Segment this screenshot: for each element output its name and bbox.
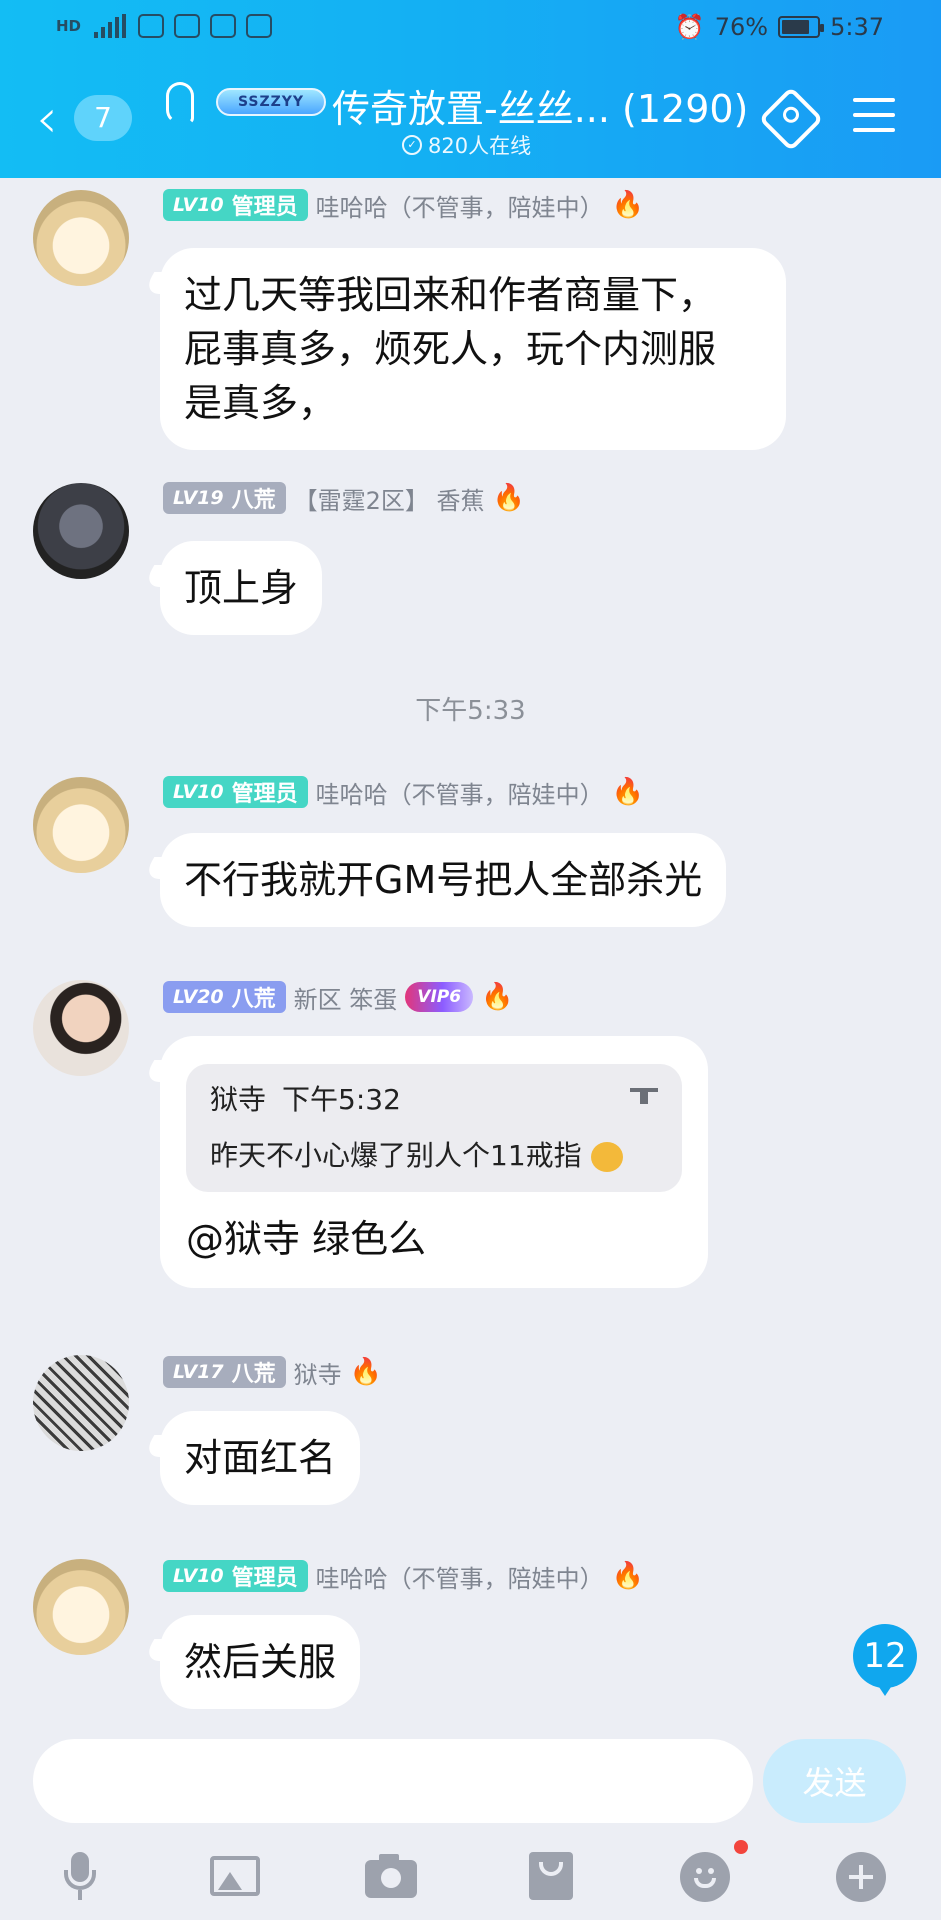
- sender-meta: LV20 八荒 新区 笨蛋 VIP6 🔥: [163, 980, 513, 1014]
- red-packet-icon[interactable]: [525, 1850, 577, 1902]
- notification-dot: [734, 1840, 748, 1854]
- message-bubble[interactable]: 过几天等我回来和作者商量下， 屁事真多，烦死人，玩个内测服 是真多，: [160, 248, 786, 450]
- microphone-icon[interactable]: [54, 1850, 106, 1902]
- message-input[interactable]: [33, 1739, 753, 1823]
- sender-meta: LV17 八荒 狱寺 🔥: [163, 1355, 382, 1389]
- check-circle-icon: ✓: [402, 135, 422, 155]
- online-count[interactable]: ✓ 820人在线: [402, 130, 531, 160]
- battery-icon: [778, 16, 825, 38]
- avatar[interactable]: [33, 1355, 129, 1451]
- quote-time: 下午5:32: [282, 1083, 401, 1116]
- jump-to-top-icon[interactable]: [630, 1088, 658, 1120]
- message-line: 顶上身: [184, 566, 299, 610]
- message-line: 屁事真多，烦死人，玩个内测服: [184, 327, 717, 371]
- message-line: 不行我就开GM号把人全部杀光: [184, 858, 703, 902]
- notification-icon: [138, 14, 164, 38]
- message-line: 然后关服: [184, 1640, 337, 1684]
- sender-meta: LV19 八荒 【雷霆2区】 香蕉 🔥: [163, 481, 525, 515]
- camera-icon[interactable]: [365, 1850, 417, 1902]
- sender-name[interactable]: 哇哈哈（不管事，陪娃中）: [316, 1559, 604, 1594]
- level-badge: LV10 管理员: [163, 776, 308, 808]
- back-badge[interactable]: 7: [74, 95, 132, 141]
- sender-name[interactable]: 狱寺: [294, 1355, 342, 1390]
- avatar[interactable]: [33, 980, 129, 1076]
- fire-icon: 🔥: [611, 777, 645, 807]
- online-label: 820人在线: [428, 134, 532, 158]
- ear-icon[interactable]: [166, 82, 194, 124]
- fire-icon: 🔥: [492, 483, 525, 513]
- back-chevron-icon[interactable]: ‹: [36, 92, 58, 146]
- status-bar: HD ⏰ 76% 5:37: [0, 0, 941, 56]
- level-badge: LV10 管理员: [163, 1560, 308, 1592]
- quote-sender: 狱寺: [210, 1083, 267, 1116]
- group-tag-icon[interactable]: [758, 86, 824, 152]
- message-line: 过几天等我回来和作者商量下，: [184, 273, 717, 317]
- sender-name[interactable]: 哇哈哈（不管事，陪娃中）: [316, 188, 604, 223]
- send-button[interactable]: 发送: [763, 1739, 906, 1823]
- signal-icon: [94, 14, 128, 38]
- group-title[interactable]: 传奇放置-丝丝... (1290): [332, 78, 748, 133]
- quote-text-row: 昨天不小心爆了别人个11戒指: [210, 1134, 658, 1178]
- status-icons: HD: [56, 14, 272, 38]
- vip-badge: VIP6: [405, 982, 474, 1012]
- fire-icon: 🔥: [481, 982, 514, 1012]
- quote-text: 昨天不小心爆了别人个11戒指: [210, 1139, 582, 1172]
- message-bubble[interactable]: 然后关服: [160, 1615, 361, 1709]
- sender-meta: LV10 管理员 哇哈哈（不管事，陪娃中） 🔥: [163, 1559, 644, 1593]
- sender-name[interactable]: 新区 笨蛋: [294, 980, 398, 1015]
- level-badge: LV20 八荒: [163, 981, 286, 1013]
- app-icon: [174, 14, 200, 38]
- message-bubble[interactable]: 对面红名: [160, 1411, 361, 1505]
- avatar[interactable]: [33, 483, 129, 579]
- plus-icon[interactable]: [836, 1850, 888, 1902]
- quote-header: 狱寺 下午5:32: [210, 1078, 658, 1122]
- message-bubble[interactable]: 狱寺 下午5:32 昨天不小心爆了别人个11戒指 @狱寺 绿色么: [160, 1036, 708, 1288]
- level-badge: LV17 八荒: [163, 1356, 286, 1388]
- sender-name[interactable]: 哇哈哈（不管事，陪娃中）: [316, 775, 604, 810]
- sender-meta: LV10 管理员 哇哈哈（不管事，陪娃中） 🔥: [163, 775, 644, 809]
- input-toolbar: [0, 1840, 941, 1910]
- dog-emoji-icon: [590, 1142, 623, 1172]
- message-line: 是真多，: [184, 381, 337, 425]
- message-line: 对面红名: [184, 1436, 337, 1480]
- group-logo: SSZZYY: [216, 88, 326, 116]
- capcut-icon: [210, 14, 236, 38]
- level-badge: LV10 管理员: [163, 189, 308, 221]
- avatar[interactable]: [33, 1559, 129, 1655]
- fire-icon: 🔥: [349, 1357, 383, 1387]
- sender-name[interactable]: 【雷霆2区】 香蕉: [294, 481, 485, 516]
- emoji-icon[interactable]: [680, 1850, 732, 1902]
- hd-icon: HD: [56, 17, 82, 35]
- image-icon[interactable]: [208, 1850, 260, 1902]
- level-badge: LV19 八荒: [163, 482, 286, 514]
- sender-meta: LV10 管理员 哇哈哈（不管事，陪娃中） 🔥: [163, 188, 644, 222]
- time-separator: 下午5:33: [415, 696, 526, 726]
- message-bubble[interactable]: 顶上身: [160, 541, 323, 635]
- menu-icon[interactable]: [853, 98, 895, 143]
- alarm-icon: ⏰: [674, 13, 705, 41]
- message-bubble[interactable]: 不行我就开GM号把人全部杀光: [160, 833, 727, 927]
- clock: 5:37: [830, 13, 884, 41]
- quoted-message[interactable]: 狱寺 下午5:32 昨天不小心爆了别人个11戒指: [186, 1064, 682, 1192]
- fire-icon: 🔥: [611, 1561, 645, 1591]
- fire-icon: 🔥: [611, 190, 645, 220]
- avatar[interactable]: [33, 777, 129, 873]
- top-bar: HD ⏰ 76% 5:37 ‹ 7 SSZZYY 传奇放置-丝丝... (129…: [0, 0, 941, 178]
- unread-count-badge[interactable]: 12: [853, 1624, 917, 1696]
- avatar[interactable]: [33, 190, 129, 286]
- battery-percent: 76%: [714, 13, 769, 41]
- status-right: ⏰ 76% 5:37: [675, 13, 884, 41]
- message-line: @狱寺 绿色么: [186, 1217, 427, 1261]
- folder-icon: [246, 14, 272, 38]
